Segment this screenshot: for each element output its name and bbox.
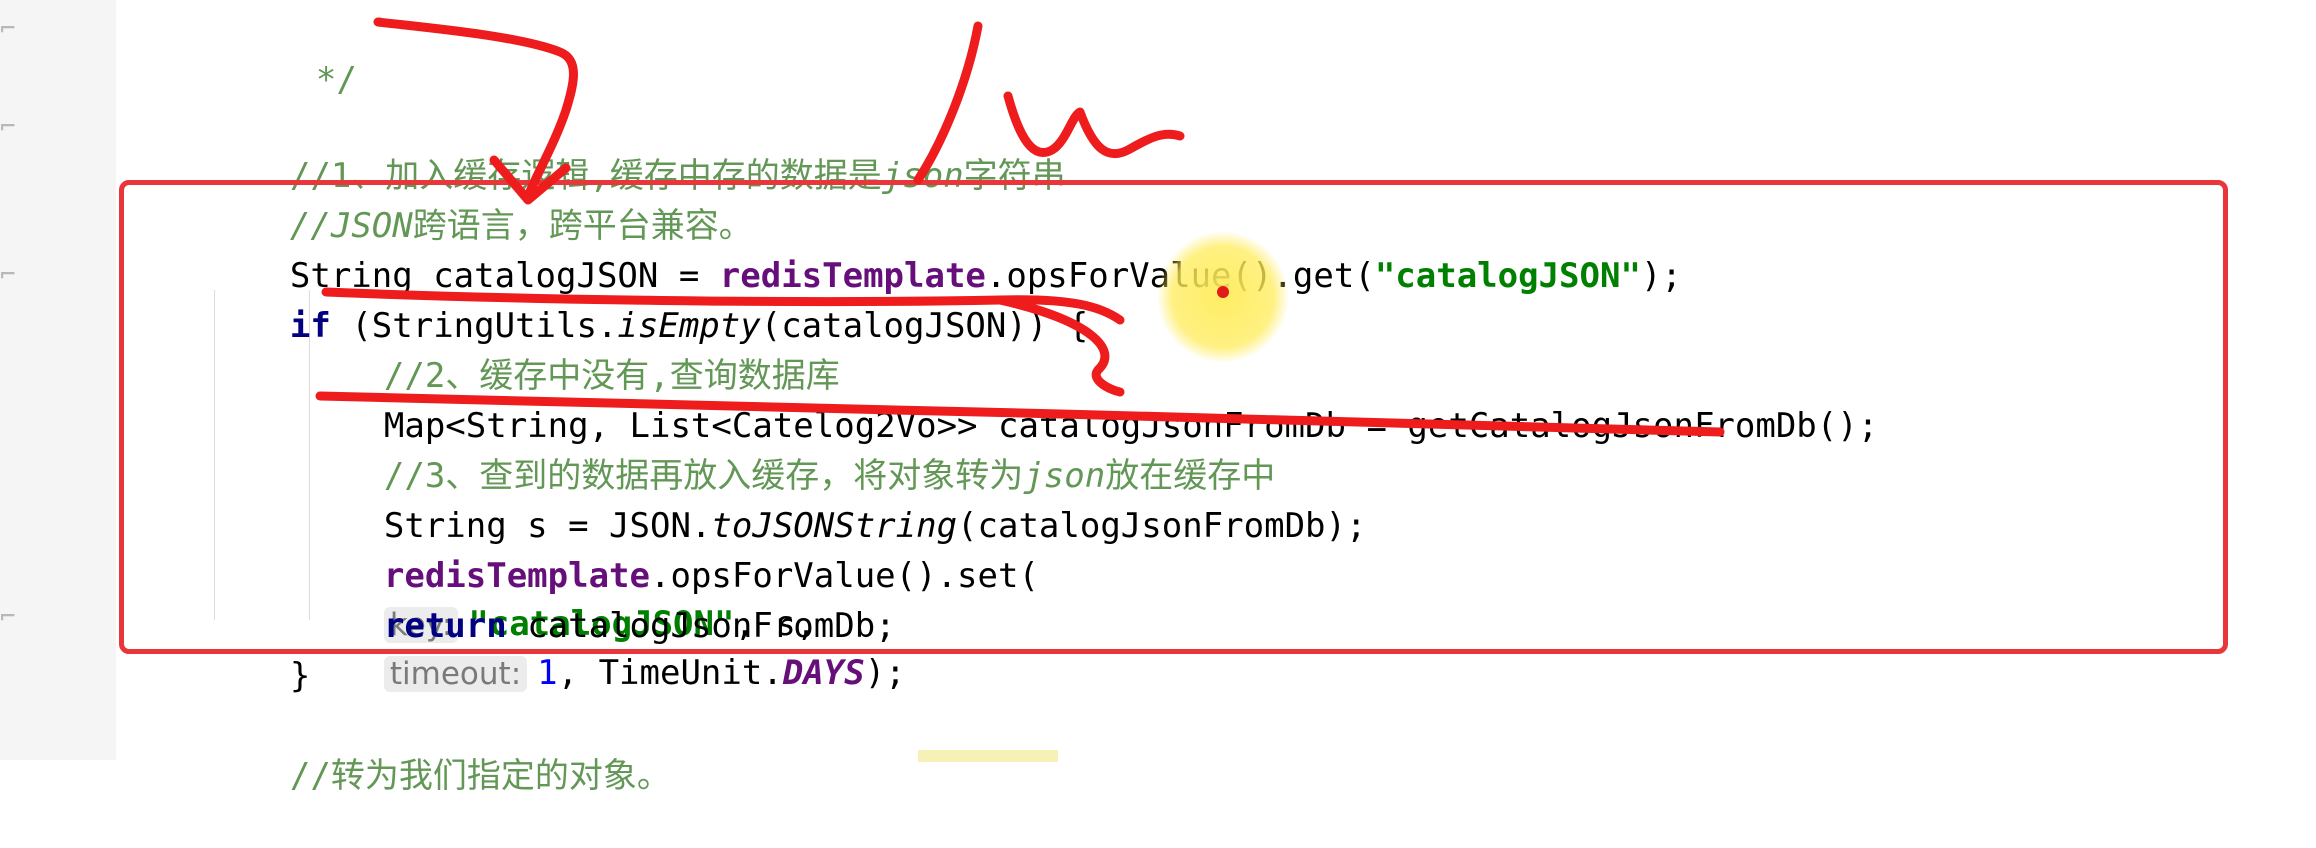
comment-5: //转为我们指定的对象。 <box>289 756 671 796</box>
underline-stroke <box>315 391 1725 437</box>
arrow-stroke <box>373 17 578 201</box>
scribble-stroke <box>1003 91 1185 159</box>
arrow-head <box>489 155 571 205</box>
scribble-stroke <box>913 21 983 185</box>
handwritten-annotations <box>315 17 1725 437</box>
